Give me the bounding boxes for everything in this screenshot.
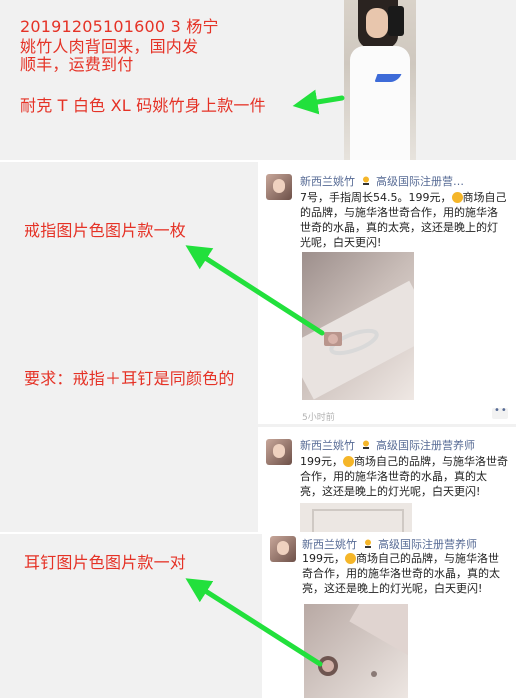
emoji-icon [345, 553, 356, 564]
feed-post-ring-2: 新西兰姚竹 高级国际注册营养师 199元， 商场自己的品牌，与施华洛世奇合作，用的… [258, 427, 516, 532]
emoji-icon [343, 456, 354, 467]
ring-image-icon [302, 280, 414, 400]
post-header: 新西兰姚竹 高级国际注册营养师 [302, 536, 477, 552]
post-text: 199元， 商场自己的品牌，与施华洛世奇合作，用的施华洛世奇的水晶，真的太亮，这还… [302, 551, 508, 596]
ring-item-note: 戒指图片色图片款一枚 [24, 221, 187, 240]
tshirt-item-note: 耐克 T 白色 XL 码姚竹身上款一件 [20, 96, 266, 115]
post-price-line: 199元， [300, 455, 343, 468]
post-text: 199元， 商场自己的品牌，与施华洛世奇合作，用的施华洛世奇的水晶，真的太亮，这还… [300, 454, 508, 499]
panel-tshirt-order: 20191205101600 3 杨宁 姚竹人肉背回来，国内发 顺丰，运费到付 … [0, 0, 516, 160]
username-link[interactable]: 新西兰姚竹 [300, 175, 355, 188]
tshirt-photo[interactable] [344, 0, 416, 160]
post-header: 新西兰姚竹 高级国际注册营养师 [300, 437, 475, 453]
post-photo[interactable] [300, 503, 412, 532]
post-time: 5小时前 [302, 413, 335, 423]
panel-ring-order: 戒指图片色图片款一枚 要求：戒指＋耳钉是同颜色的 新西兰姚竹 高级国际注册营… … [0, 162, 516, 532]
earring-image-icon [318, 604, 408, 677]
avatar[interactable] [270, 536, 296, 562]
ring-photo[interactable] [302, 252, 414, 400]
user-tag: 高级国际注册营养师 [378, 538, 477, 551]
avatar[interactable] [266, 439, 292, 465]
more-icon[interactable] [492, 405, 508, 419]
user-tag: 高级国际注册营养师 [376, 439, 475, 452]
post-price-line: 7号，手指周长54.5。199元， [300, 191, 452, 204]
feed-post-earring: 新西兰姚竹 高级国际注册营养师 199元， 商场自己的品牌，与施华洛世奇合作，用的… [262, 534, 516, 698]
shipping-note: 姚竹人肉背回来，国内发 顺丰，运费到付 [20, 37, 199, 74]
post-price-line: 199元， [302, 552, 345, 565]
username-link[interactable]: 新西兰姚竹 [300, 439, 355, 452]
avatar[interactable] [266, 174, 292, 200]
badge-icon [362, 440, 369, 449]
feed-post-ring: 新西兰姚竹 高级国际注册营… 7号，手指周长54.5。199元， 商场自己的品牌，… [258, 162, 516, 424]
panel-earring-order: 耳钉图片色图片款一对 新西兰姚竹 高级国际注册营养师 199元， 商场自己的品牌，… [0, 534, 516, 698]
requirement-note: 要求：戒指＋耳钉是同颜色的 [24, 369, 235, 388]
post-header: 新西兰姚竹 高级国际注册营… [300, 173, 464, 189]
order-id-line: 20191205101600 3 杨宁 [20, 17, 219, 36]
post-text: 7号，手指周长54.5。199元， 商场自己的品牌，与施华洛世奇合作，用的施华洛世… [300, 190, 508, 250]
earring-item-note: 耳钉图片色图片款一对 [24, 553, 187, 572]
user-tag: 高级国际注册营… [376, 175, 464, 188]
badge-icon [362, 176, 369, 185]
emoji-icon [451, 192, 463, 203]
username-link[interactable]: 新西兰姚竹 [302, 538, 357, 551]
earring-photo[interactable] [304, 604, 408, 698]
badge-icon [364, 539, 371, 548]
